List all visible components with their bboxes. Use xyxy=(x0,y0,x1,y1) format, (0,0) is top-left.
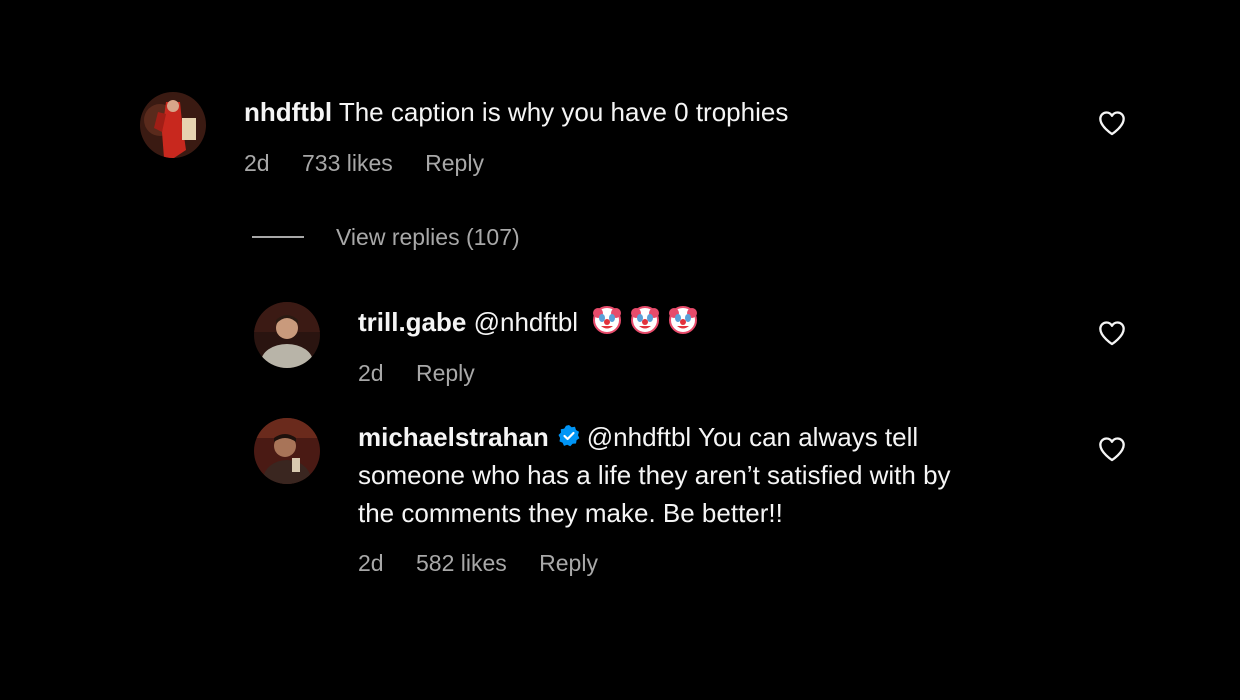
mention-link[interactable]: @nhdftbl xyxy=(474,307,578,337)
view-replies-button[interactable]: View replies (107) xyxy=(252,222,520,252)
verified-badge-icon xyxy=(558,425,580,447)
reply-button[interactable]: Reply xyxy=(416,360,475,386)
avatar[interactable] xyxy=(254,418,320,484)
username[interactable]: michaelstrahan xyxy=(358,422,549,452)
divider-line xyxy=(252,236,304,238)
timestamp[interactable]: 2d xyxy=(358,360,384,386)
reply-button[interactable]: Reply xyxy=(425,150,484,176)
mention-link[interactable]: @nhdftbl xyxy=(587,422,691,452)
avatar[interactable] xyxy=(140,92,206,158)
likes-count[interactable]: 733 likes xyxy=(302,150,393,176)
clown-face-icon xyxy=(669,306,698,334)
comment-text-line-2: someone who has a life they aren’t satis… xyxy=(358,460,951,490)
username[interactable]: trill.gabe xyxy=(358,307,466,337)
comment-meta: 2d Reply xyxy=(358,360,501,387)
username[interactable]: nhdftbl xyxy=(244,97,332,127)
heart-icon[interactable] xyxy=(1098,110,1126,136)
comment-meta: 2d 733 likes Reply xyxy=(244,150,510,177)
comment-meta: 2d 582 likes Reply xyxy=(358,550,624,577)
heart-icon[interactable] xyxy=(1098,436,1126,462)
heart-icon[interactable] xyxy=(1098,320,1126,346)
avatar-photo xyxy=(254,302,320,368)
comment-line: michaelstrahan @nhdftbl You can always t… xyxy=(358,418,918,456)
timestamp[interactable]: 2d xyxy=(358,550,384,576)
comment-text: The caption is why you have 0 trophies xyxy=(338,97,789,127)
view-replies-label: View replies (107) xyxy=(336,223,520,250)
comment-text-line-1: You can always tell xyxy=(697,422,919,452)
timestamp[interactable]: 2d xyxy=(244,150,270,176)
likes-count[interactable]: 582 likes xyxy=(416,550,507,576)
avatar-photo xyxy=(254,418,320,484)
avatar-photo xyxy=(140,92,206,158)
comment-line: nhdftbl The caption is why you have 0 tr… xyxy=(244,93,788,131)
comment-text-line-3: the comments they make. Be better!! xyxy=(358,498,783,528)
comment-line: trill.gabe @nhdftbl xyxy=(358,303,699,341)
clown-face-icon xyxy=(593,306,622,334)
reply-button[interactable]: Reply xyxy=(539,550,598,576)
clown-face-icon xyxy=(631,306,660,334)
avatar[interactable] xyxy=(254,302,320,368)
